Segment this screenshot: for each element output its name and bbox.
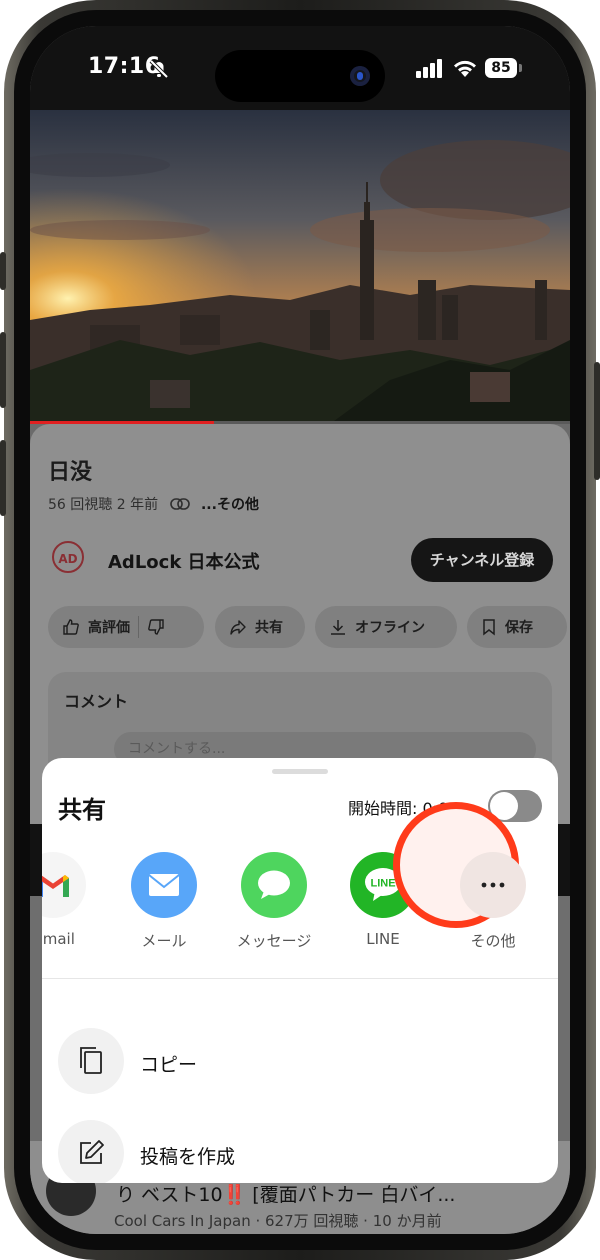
share-app-label: メッセージ	[236, 932, 312, 950]
video-meta: 56 回視聴 2 年前 ...その他	[48, 494, 259, 514]
battery-icon: 85	[485, 58, 517, 78]
video-player[interactable]	[30, 110, 570, 424]
create-post-label[interactable]: 投稿を作成	[140, 1142, 235, 1169]
thumb-down-icon	[148, 619, 164, 635]
share-app-label: LINE	[366, 930, 400, 948]
share-app-messages[interactable]	[241, 852, 307, 918]
camera-lens	[357, 72, 363, 80]
channel-name[interactable]: AdLock 日本公式	[108, 548, 260, 574]
link-icon	[169, 498, 190, 510]
channel-avatar[interactable]: AD	[52, 541, 84, 573]
share-app-label: Gmail	[42, 930, 75, 948]
save-label: 保存	[505, 620, 533, 636]
download-icon	[331, 620, 345, 635]
volume-down-button	[0, 440, 6, 516]
subscribe-button[interactable]: チャンネル登録	[411, 538, 553, 582]
signal-icon	[416, 59, 442, 78]
feed-meta: Cool Cars In Japan · 627万 回視聴 · 10 か月前	[114, 1212, 442, 1230]
share-sheet-title: 共有	[58, 796, 106, 824]
screen: 17:16 85 日没 56 回視聴 2 年前 ...その他 AD AdLock…	[30, 26, 570, 1234]
more-icon	[481, 882, 505, 888]
like-divider	[138, 616, 139, 638]
share-app-more[interactable]	[460, 852, 526, 918]
bell-slash-icon	[149, 59, 169, 79]
like-dislike-button[interactable]: 高評価	[48, 606, 204, 648]
comments-title: コメント	[64, 692, 129, 711]
view-count-and-date: 56 回視聴 2 年前	[48, 497, 159, 513]
share-app-mail[interactable]	[131, 852, 197, 918]
sheet-drag-handle[interactable]	[272, 769, 328, 774]
compose-icon	[80, 1140, 104, 1164]
copy-button[interactable]	[58, 1028, 124, 1094]
save-button[interactable]: 保存	[467, 606, 567, 648]
thumb-up-icon	[63, 619, 79, 635]
action-button	[0, 252, 6, 290]
svg-text:LINE: LINE	[370, 878, 395, 890]
mail-icon	[148, 874, 180, 896]
battery-nub	[519, 64, 522, 72]
copy-icon	[80, 1047, 102, 1074]
power-button	[594, 362, 600, 480]
copy-label[interactable]: コピー	[140, 1050, 197, 1077]
create-post-button[interactable]	[58, 1120, 124, 1183]
share-arrow-icon	[230, 620, 246, 635]
sheet-divider	[42, 978, 558, 979]
share-app-label: メール	[141, 932, 187, 950]
share-app-gmail[interactable]	[42, 852, 86, 918]
share-app-label: その他	[470, 932, 516, 950]
gmail-icon	[42, 875, 69, 897]
share-button[interactable]: 共有	[215, 606, 305, 648]
wifi-icon	[454, 60, 476, 77]
video-thumbnail	[30, 110, 570, 424]
video-title: 日没	[48, 460, 93, 485]
offline-button[interactable]: オフライン	[315, 606, 457, 648]
more-link[interactable]: ...その他	[201, 497, 259, 513]
bookmark-icon	[483, 619, 495, 636]
share-label: 共有	[255, 620, 283, 636]
messages-icon	[258, 870, 290, 899]
feed-title[interactable]: り ベスト10‼️ [覆面パトカー 白バイ...	[116, 1180, 455, 1207]
like-label: 高評価	[88, 620, 130, 636]
offline-label: オフライン	[355, 620, 425, 636]
volume-up-button	[0, 332, 6, 408]
